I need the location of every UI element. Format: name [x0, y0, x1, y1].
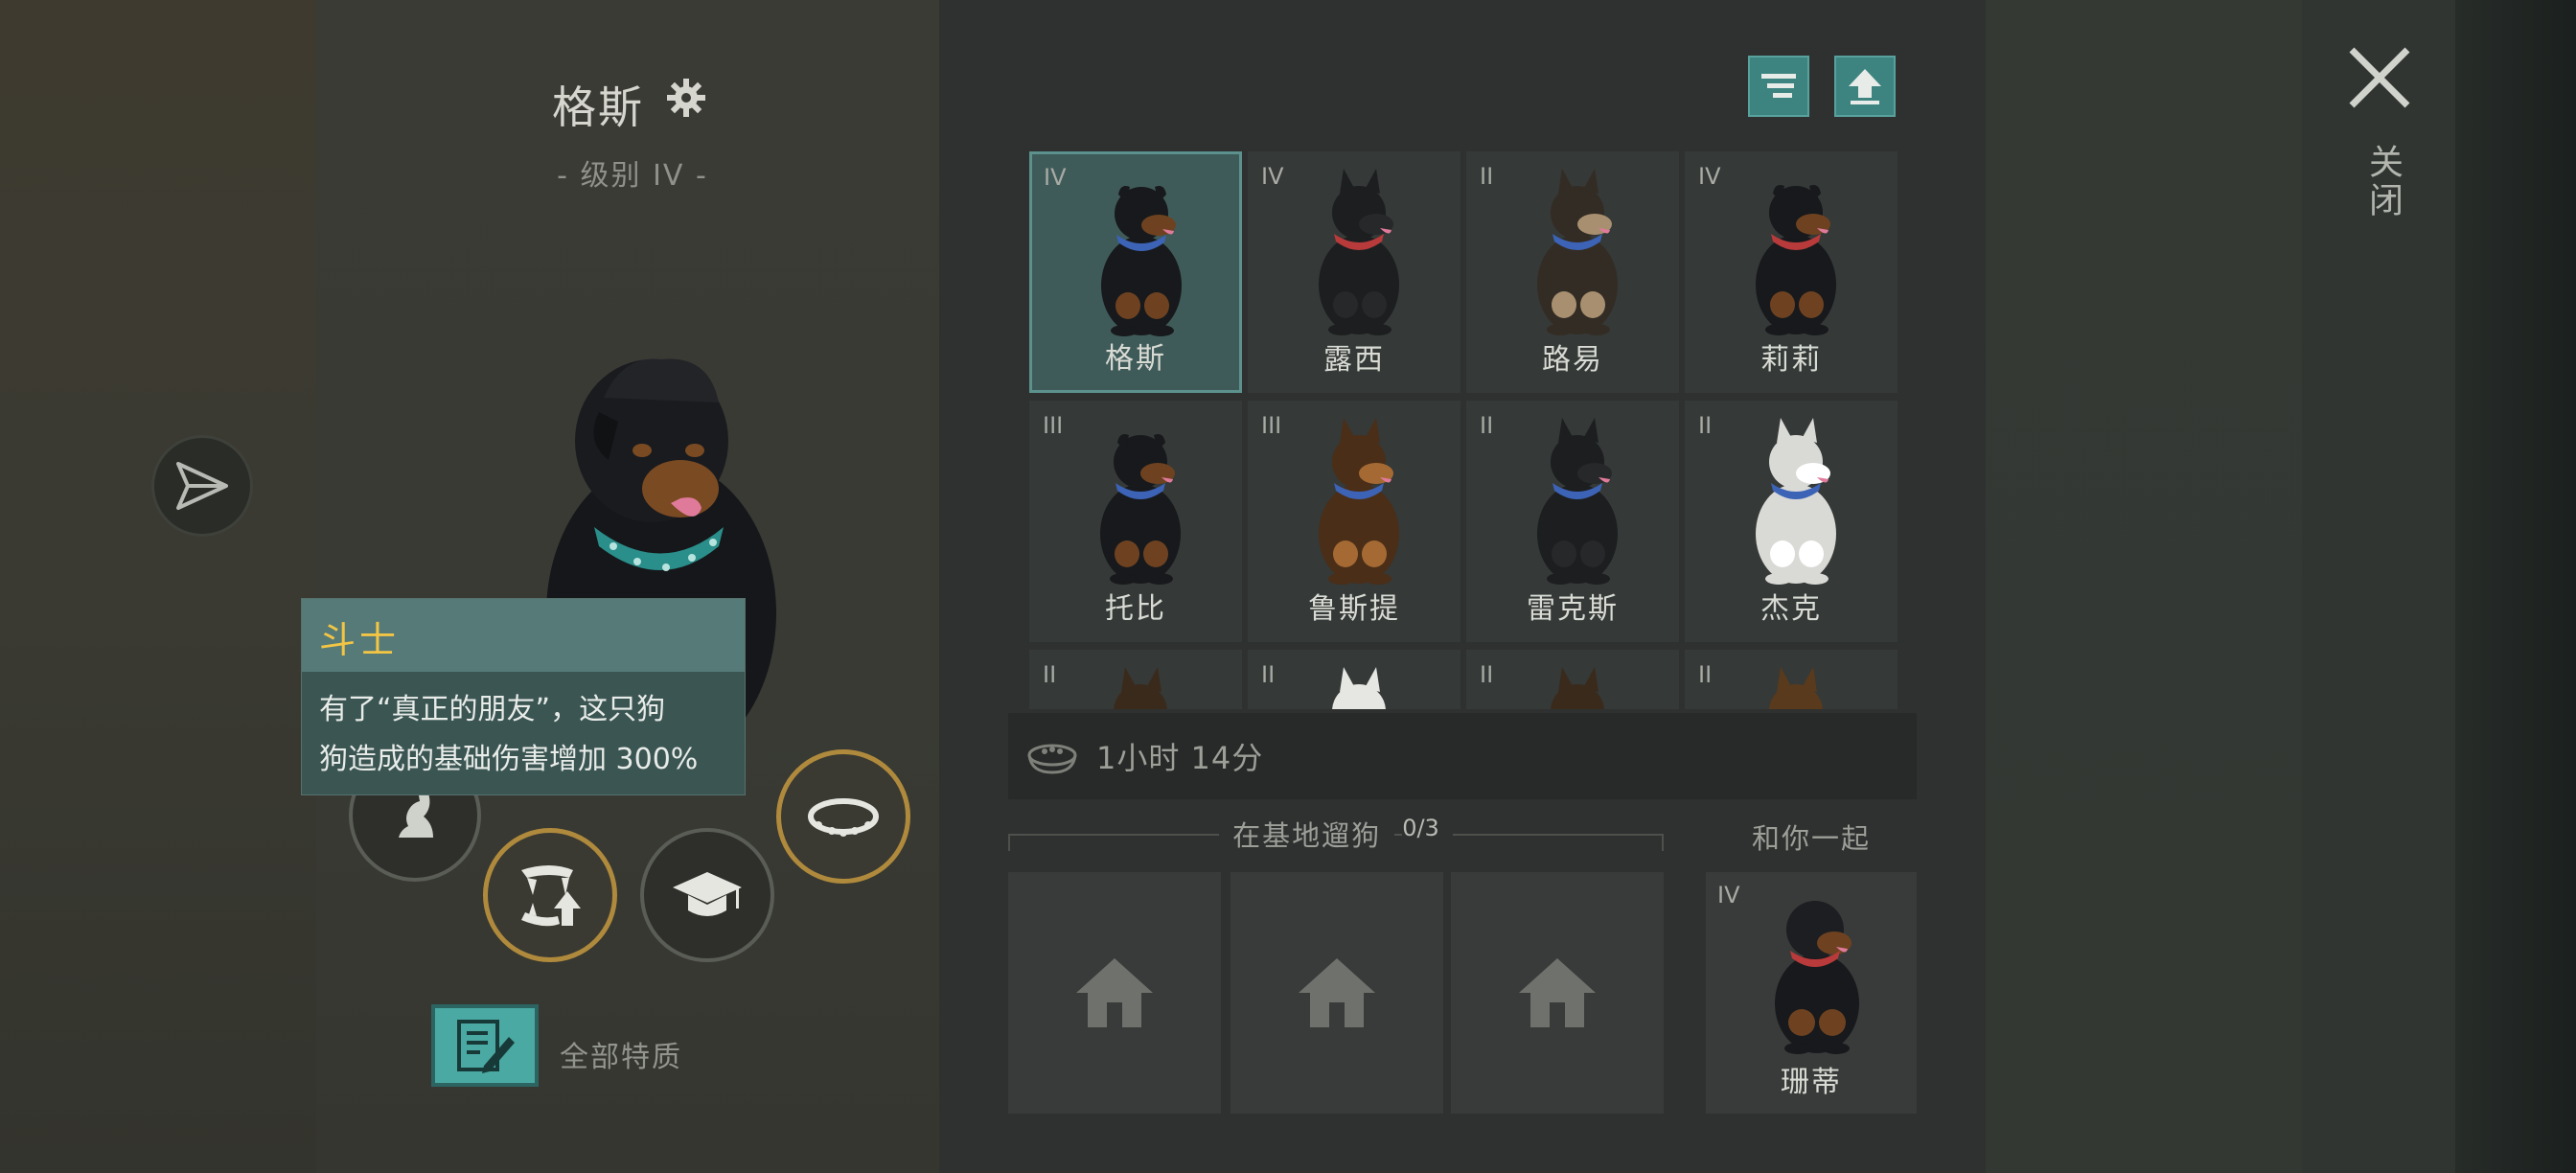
dog-portrait-icon	[1100, 434, 1181, 585]
dog-card-level: II	[1698, 661, 1713, 688]
dog-card-level: II	[1480, 163, 1494, 190]
arrow-up-icon	[1849, 69, 1881, 104]
dog-level: - 级别 IV -	[557, 159, 708, 193]
dog-portrait-icon	[1756, 418, 1836, 585]
dog-portrait-icon	[1537, 418, 1618, 585]
dog-card-name: 路易	[1542, 343, 1603, 377]
dog-card-level: II	[1480, 661, 1494, 688]
dog-portrait-icon	[1101, 186, 1182, 336]
walk-title: 在基地遛狗	[1219, 814, 1395, 854]
upload-button[interactable]	[1834, 56, 1896, 117]
dog-card-level: II	[1698, 412, 1713, 439]
gear-icon[interactable]	[665, 77, 707, 119]
fangs-upgrade-icon	[521, 865, 581, 927]
paper-plane-icon	[176, 462, 228, 510]
training-button[interactable]	[640, 828, 774, 962]
dog-card-name: 雷克斯	[1527, 592, 1619, 626]
spiked-collar-icon	[808, 798, 879, 837]
close-label[interactable]: 关闭	[2358, 144, 2407, 220]
walk-at-base-header: 在基地遛狗 0/3	[1008, 814, 1664, 854]
dog-portrait-icon	[1537, 169, 1618, 335]
trait-tooltip: 斗士 有了“真正的朋友”，这只狗 狗造成的基础伤害增加 300%	[301, 598, 746, 795]
all-traits-label: 全部特质	[560, 1041, 682, 1074]
dog-card[interactable]: II	[1248, 650, 1460, 709]
dog-card[interactable]: II 杰克	[1685, 401, 1898, 642]
dog-card-level: III	[1043, 412, 1064, 439]
collar-button[interactable]	[776, 749, 910, 884]
dog-card-level: II	[1480, 412, 1494, 439]
food-timer-bar: 1小时 14分	[1008, 713, 1917, 799]
dog-card-name: 杰克	[1760, 592, 1822, 626]
dog-card-level: II	[1043, 661, 1057, 688]
dog-card[interactable]: IV 莉莉	[1685, 151, 1898, 393]
background-right	[1986, 0, 2302, 1173]
dog-portrait-icon	[1319, 169, 1399, 335]
dog-card[interactable]: IV 格斯	[1029, 151, 1242, 393]
notepad-edit-icon	[457, 1020, 515, 1073]
dog-portrait-icon	[1551, 667, 1604, 709]
trait-description-line1: 有了“真正的朋友”，这只狗	[319, 693, 666, 726]
close-icon[interactable]	[2346, 44, 2413, 111]
dog-card-name: 露西	[1323, 343, 1385, 377]
dog-portrait-icon	[1114, 667, 1167, 709]
dog-card-name: 托比	[1105, 592, 1166, 626]
dog-portrait-icon	[1756, 185, 1836, 335]
dog-card[interactable]: III 托比	[1029, 401, 1242, 642]
trait-description: 有了“真正的朋友”，这只狗 狗造成的基础伤害增加 300%	[302, 672, 745, 798]
upgrade-attack-button[interactable]	[483, 828, 617, 962]
dog-card-level: IV	[1044, 164, 1067, 191]
sort-button[interactable]	[1748, 56, 1809, 117]
dog-card[interactable]: IV 露西	[1248, 151, 1460, 393]
dog-card-level: III	[1261, 412, 1282, 439]
dog-card-name: 莉莉	[1760, 343, 1822, 377]
companion-level: IV	[1717, 882, 1740, 908]
trait-title: 斗士	[302, 599, 745, 672]
dog-portrait-icon	[1319, 418, 1399, 585]
dog-card[interactable]: II 路易	[1466, 151, 1679, 393]
trait-description-line2: 狗造成的基础伤害增加 300%	[319, 743, 699, 776]
walk-slot-2[interactable]	[1230, 872, 1443, 1114]
house-icon	[1076, 958, 1153, 1027]
rottweiler-icon	[1775, 901, 1859, 1054]
companion-name: 珊蒂	[1781, 1066, 1842, 1099]
sort-lines-icon	[1761, 74, 1796, 98]
background-left	[0, 0, 316, 1173]
dog-card-name: 格斯	[1105, 342, 1166, 376]
dog-portrait-icon	[1332, 667, 1386, 709]
navigate-icon-button[interactable]	[151, 435, 253, 537]
dog-card[interactable]: II	[1029, 650, 1242, 709]
dog-portrait-icon	[1769, 667, 1823, 709]
walk-count: 0/3	[1402, 815, 1453, 841]
all-traits-button[interactable]	[431, 1004, 539, 1087]
dog-card-level: II	[1261, 661, 1276, 688]
graduation-cap-icon	[673, 872, 742, 916]
with-you-title: 和你一起	[1751, 822, 1871, 855]
house-icon	[1519, 958, 1596, 1027]
food-bowl-icon	[1027, 744, 1077, 774]
divider-cap-right	[1662, 834, 1664, 851]
companion-dog-card[interactable]: IV 珊蒂	[1706, 872, 1917, 1114]
dog-card[interactable]: III 鲁斯提	[1248, 401, 1460, 642]
walk-slot-1[interactable]	[1008, 872, 1221, 1114]
food-timer-text: 1小时 14分	[1096, 740, 1264, 776]
dog-management-screen: 格斯 - 级别 IV - 斗士 有了“真正的朋友”，这只狗 狗造成的基础伤害增加…	[0, 0, 2576, 1173]
dog-name: 格斯	[552, 81, 644, 133]
dog-grid: IV 格斯 IV 露西 II 路易 IV 莉莉 III 托比 III 鲁斯提 I…	[1029, 151, 1903, 709]
dog-card-name: 鲁斯提	[1308, 592, 1400, 626]
house-icon	[1299, 958, 1375, 1027]
walk-slot-3[interactable]	[1451, 872, 1664, 1114]
dog-card[interactable]: II	[1466, 650, 1679, 709]
dog-card[interactable]: II	[1685, 650, 1898, 709]
background-far-right	[2455, 0, 2576, 1173]
dog-card-level: IV	[1261, 163, 1284, 190]
dog-card[interactable]: II 雷克斯	[1466, 401, 1679, 642]
divider-cap-left	[1008, 834, 1010, 851]
dog-card-level: IV	[1698, 163, 1721, 190]
